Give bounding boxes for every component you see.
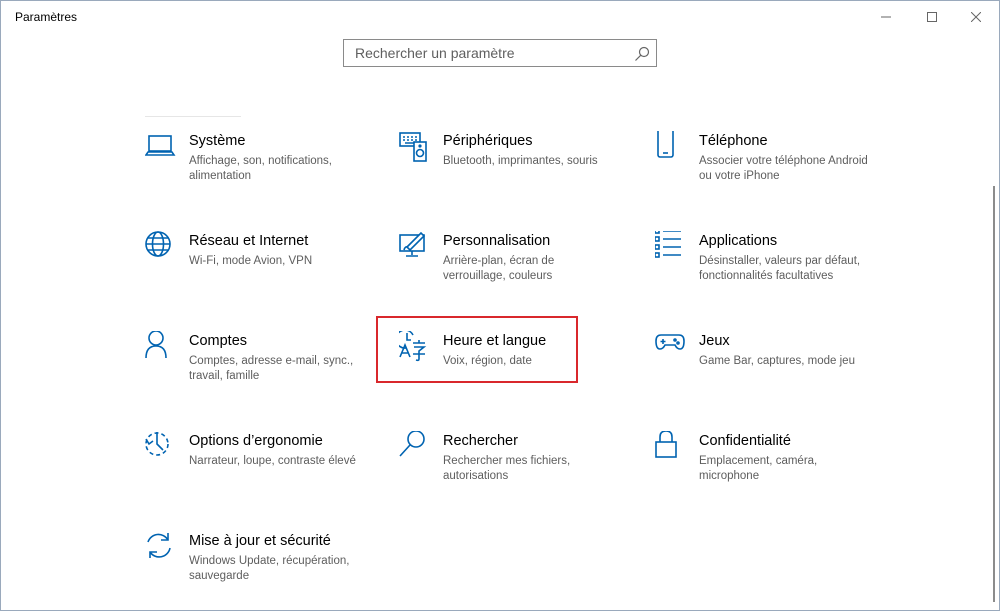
category-description: Game Bar, captures, mode jeu — [699, 355, 855, 367]
category-description: Narrateur, loupe, contraste élevé — [189, 455, 356, 467]
window-title: Paramètres — [15, 10, 78, 24]
magnifier-icon — [399, 431, 425, 457]
category-description: Associer votre téléphone Android ou votr… — [699, 155, 868, 182]
category-name: Options d’ergonomie — [189, 433, 323, 449]
ease-of-access-icon — [145, 432, 169, 456]
highlight-box — [376, 316, 578, 383]
search-box[interactable] — [343, 39, 657, 67]
gamepad-icon — [655, 334, 685, 350]
category-personalization[interactable]: Personnalisation Arrière-plan, écran de … — [399, 231, 599, 303]
close-icon — [971, 12, 981, 22]
person-icon — [145, 331, 167, 359]
laptop-icon — [145, 135, 176, 156]
category-description: Désinstaller, valeurs par défaut, foncti… — [699, 255, 861, 282]
close-button[interactable] — [953, 1, 999, 33]
category-name: Personnalisation — [443, 233, 551, 249]
globe-icon — [145, 231, 171, 257]
category-system[interactable]: Système Affichage, son, notifications, a… — [145, 133, 345, 203]
category-name: Réseau et Internet — [189, 233, 309, 249]
category-phone[interactable]: Téléphone Associer votre téléphone Andro… — [655, 131, 868, 203]
category-description: Affichage, son, notifications, alimentat… — [189, 155, 332, 182]
category-name: Comptes — [189, 333, 248, 349]
sync-icon — [147, 533, 171, 558]
scrollbar[interactable] — [993, 186, 995, 602]
category-description: Wi-Fi, mode Avion, VPN — [189, 255, 313, 267]
category-description: Comptes, adresse e-mail, sync., travail,… — [189, 355, 354, 382]
category-name: Applications — [699, 233, 778, 249]
lock-icon — [655, 431, 677, 458]
category-apps[interactable]: Applications Désinstaller, valeurs par d… — [655, 231, 860, 303]
settings-window: Paramètres Système Affichage, son, notif… — [0, 0, 1000, 611]
category-description: Arrière-plan, écran de verrouillage, cou… — [443, 255, 555, 282]
minimize-button[interactable] — [863, 1, 909, 33]
title-bar: Paramètres — [1, 1, 999, 33]
category-update-security[interactable]: Mise à jour et sécurité Windows Update, … — [145, 533, 349, 603]
phone-icon — [657, 131, 674, 158]
category-name: Mise à jour et sécurité — [189, 533, 331, 549]
category-description: Bluetooth, imprimantes, souris — [443, 155, 598, 167]
category-name: Système — [189, 133, 246, 149]
devices-icon — [399, 132, 427, 162]
divider — [145, 116, 241, 117]
maximize-button[interactable] — [909, 1, 955, 33]
search-input[interactable] — [345, 41, 625, 65]
category-name: Confidentialité — [699, 433, 791, 449]
category-gaming[interactable]: Jeux Game Bar, captures, mode jeu — [655, 333, 855, 403]
category-description: Rechercher mes fichiers, autorisations — [443, 455, 571, 482]
category-description: Emplacement, caméra, microphone — [699, 455, 818, 482]
category-network[interactable]: Réseau et Internet Wi-Fi, mode Avion, VP… — [145, 231, 345, 303]
category-ease-of-access[interactable]: Options d’ergonomie Narrateur, loupe, co… — [145, 432, 356, 503]
category-name: Jeux — [699, 333, 730, 349]
personalization-icon — [399, 231, 426, 257]
category-name: Périphériques — [443, 133, 533, 149]
category-privacy[interactable]: Confidentialité Emplacement, caméra, mic… — [655, 431, 855, 503]
category-name: Rechercher — [443, 433, 518, 449]
apps-list-icon — [655, 231, 681, 258]
category-search[interactable]: Rechercher Rechercher mes fichiers, auto… — [399, 431, 599, 503]
maximize-icon — [927, 12, 937, 22]
search-icon[interactable] — [634, 46, 650, 62]
category-description: Windows Update, récupération, sauvegarde — [189, 555, 350, 582]
category-devices[interactable]: Périphériques Bluetooth, imprimantes, so… — [399, 132, 599, 203]
category-name: Téléphone — [699, 133, 768, 149]
category-accounts[interactable]: Comptes Comptes, adresse e-mail, sync., … — [145, 331, 353, 403]
minimize-icon — [881, 16, 891, 18]
